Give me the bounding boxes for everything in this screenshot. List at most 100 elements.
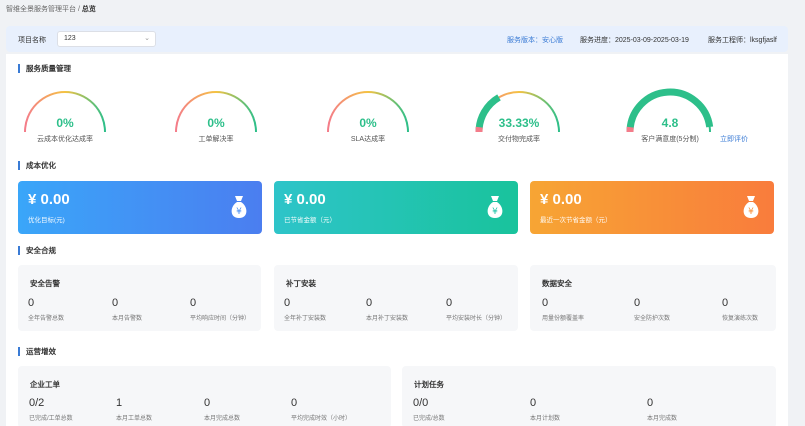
gauge: 0% 工单解决率	[171, 86, 261, 148]
svg-text:¥: ¥	[748, 207, 754, 217]
stat: 0 用量份额覆盖率	[542, 297, 584, 322]
breadcrumb-separator: /	[77, 6, 80, 13]
stat-caption: 用量份额覆盖率	[542, 316, 585, 322]
section-title-ops: 运营增效	[18, 347, 56, 356]
stat: 0 恢复演练次数	[722, 297, 758, 322]
security-panel-patches: 补丁安装 0 全年补丁安装数 0 本月补丁安装数 0 平均安装时长（分钟）	[274, 265, 518, 331]
gauge-label: 交付物完成率	[498, 136, 540, 143]
stat-caption: 平均安装时长（分钟）	[446, 316, 507, 322]
service-version-value[interactable]: 安心版	[542, 37, 563, 44]
breadcrumb-current: 总览	[81, 6, 96, 13]
gauge-label: 工单解决率	[198, 136, 234, 143]
gauge-value: 4.8	[661, 116, 679, 130]
stat-caption: 平均响应时间（分钟）	[190, 316, 251, 322]
stat: 0/0 已完成/总数	[413, 397, 445, 422]
stat: 0 平均响应时间（分钟）	[190, 297, 250, 322]
stat-caption: 全年补丁安装数	[284, 316, 327, 322]
cost-amount: ¥ 0.00	[284, 191, 326, 208]
stat: 0 平均完成时效（小时）	[291, 397, 351, 422]
service-engineer: 服务工程师：lksgfjaslf	[708, 35, 777, 45]
stat-caption: 本月工单总数	[116, 416, 153, 422]
service-version: 服务版本：安心版	[507, 35, 563, 45]
stat-value: 0	[446, 297, 453, 309]
stat: 1 本月工单总数	[116, 397, 152, 422]
engineer-label: 服务工程师：	[708, 37, 750, 44]
stat-value: 1	[116, 397, 123, 409]
stat-caption: 平均完成时效（小时）	[291, 416, 352, 422]
project-select[interactable]: 123 ⌄	[57, 31, 156, 47]
filter-bar: 项目名称 123 ⌄ 服务版本：安心版 服务进度：2025-03-09-2025…	[6, 26, 788, 52]
money-bag-icon: ¥	[231, 196, 247, 218]
stat-caption: 全年告警总数	[28, 316, 65, 322]
gauge: 0% SLA达成率	[323, 86, 413, 148]
cost-amount: ¥ 0.00	[28, 191, 70, 208]
svg-text:¥: ¥	[236, 207, 242, 217]
stat-value: 0	[542, 297, 549, 309]
stat-caption: 本月完成数	[647, 416, 678, 422]
section-title-cost: 成本优化	[18, 161, 56, 170]
service-progress-value: 2025-03-09-2025-03-19	[615, 37, 689, 44]
security-panel-data: 数据安全 0 用量份额覆盖率 0 安全防护次数 0 恢复演练次数	[530, 265, 776, 331]
project-select-value: 123	[64, 35, 76, 42]
stat-value: 0	[112, 297, 119, 309]
stat-caption: 本月补丁安装数	[366, 316, 409, 322]
cost-desc: 最近一次节省金额（元）	[540, 217, 612, 224]
gauge: 33.33% 交付物完成率	[474, 86, 564, 148]
stat-caption: 安全防护次数	[634, 316, 671, 322]
panel-title: 数据安全	[542, 279, 572, 288]
stat-caption: 已完成/总数	[413, 416, 445, 422]
stat: 0 本月完成数	[647, 397, 677, 422]
stat-value: 0	[530, 397, 537, 409]
stat: 0 全年补丁安装数	[284, 297, 326, 322]
stat-value: 0	[647, 397, 654, 409]
section-title-security: 安全合规	[18, 246, 56, 255]
stat: 0 平均安装时长（分钟）	[446, 297, 506, 322]
money-bag-icon: ¥	[487, 196, 503, 218]
cost-desc: 已节省金额（元）	[284, 217, 336, 224]
chevron-down-icon: ⌄	[144, 35, 150, 42]
panel-title: 补丁安装	[286, 279, 316, 288]
gauge-value: 33.33%	[498, 116, 540, 130]
gauge-label: 云成本优化达成率	[37, 136, 93, 143]
stat-value: 0	[722, 297, 729, 309]
stat: 0/2 已完成/工单总数	[29, 397, 73, 422]
stat-value: 0	[190, 297, 197, 309]
stat-value: 0	[284, 297, 291, 309]
stat: 0 本月计划数	[530, 397, 560, 422]
stat: 0 安全防护次数	[634, 297, 670, 322]
stat-caption: 本月计划数	[530, 416, 561, 422]
stat-value: 0	[28, 297, 35, 309]
dashboard-content: 服务质量管理 0% 云成本优化达成率 0% 工单解决率 0% SLA达成率 33.33% 交付…	[6, 54, 788, 426]
gauge-value: 0%	[207, 116, 225, 130]
service-progress-label: 服务进度：	[580, 37, 615, 44]
stat: 0 本月补丁安装数	[366, 297, 408, 322]
stat-value: 0	[204, 397, 211, 409]
stat: 0 本月完成总数	[204, 397, 240, 422]
breadcrumb-root[interactable]: 智维全景服务管理平台	[6, 6, 76, 13]
ops-panel-plans: 计划任务 0/0 已完成/总数 0 本月计划数 0 本月完成数	[402, 366, 776, 426]
money-bag-icon: ¥	[743, 196, 759, 218]
panel-title: 计划任务	[414, 380, 444, 389]
cost-card-saved: ¥ 0.00 已节省金额（元） ¥	[274, 181, 518, 234]
service-progress: 服务进度：2025-03-09-2025-03-19	[580, 35, 689, 45]
gauge: 4.8 客户满意度(5分制)	[625, 86, 715, 148]
stat-caption: 恢复演练次数	[722, 316, 759, 322]
cost-desc: 优化目标(元)	[28, 217, 65, 224]
gauge-value: 0%	[359, 116, 377, 130]
evaluate-link[interactable]: 立即评价	[720, 134, 748, 144]
stat-caption: 本月完成总数	[204, 416, 241, 422]
stat-value: 0	[366, 297, 373, 309]
ops-panel-tickets: 企业工单 0/2 已完成/工单总数 1 本月工单总数 0 本月完成总数 0 平均完成时效…	[18, 366, 391, 426]
service-version-label: 服务版本：	[507, 37, 542, 44]
stat-caption: 本月告警数	[112, 316, 143, 322]
svg-text:¥: ¥	[492, 207, 498, 217]
breadcrumb: 智维全景服务管理平台 / 总览	[6, 4, 96, 14]
gauge-value: 0%	[56, 116, 74, 130]
cost-card-last-saved: ¥ 0.00 最近一次节省金额（元） ¥	[530, 181, 774, 234]
gauge: 0% 云成本优化达成率	[20, 86, 110, 148]
gauge-label: SLA达成率	[350, 136, 386, 143]
panel-title: 安全告警	[30, 279, 60, 288]
stat: 0 本月告警数	[112, 297, 142, 322]
stat-caption: 已完成/工单总数	[29, 416, 73, 422]
gauge-label: 客户满意度(5分制)	[641, 136, 699, 143]
